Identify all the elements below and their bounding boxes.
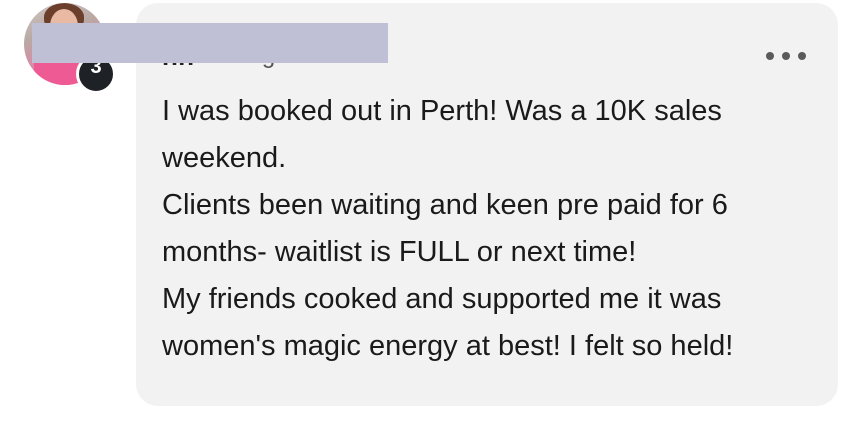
comment-paragraph: I was booked out in Perth! Was a 10K sal… — [162, 95, 722, 174]
more-horizontal-icon-dot — [782, 52, 790, 60]
comment-body: I was booked out in Perth! Was a 10K sal… — [162, 88, 822, 370]
more-horizontal-icon — [766, 52, 774, 60]
redaction-bar — [32, 23, 388, 63]
comment-paragraph: My friends cooked and supported me it wa… — [162, 283, 734, 362]
more-options-button[interactable] — [766, 48, 806, 64]
more-horizontal-icon-dot — [798, 52, 806, 60]
comment-paragraph: Clients been waiting and keen pre paid f… — [162, 189, 728, 268]
comment: 3 nn • 3h ago I was booked out in Perth!… — [0, 0, 864, 421]
